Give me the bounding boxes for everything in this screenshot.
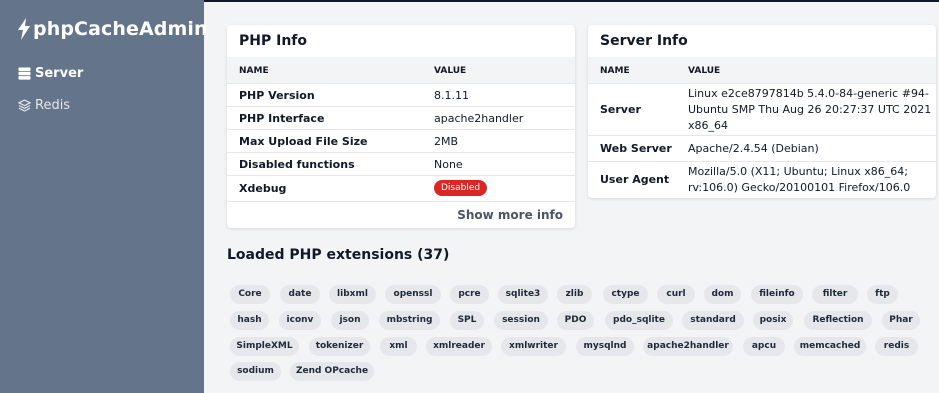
sidebar-item-label: Redis <box>35 98 71 113</box>
table-row: Web Server Apache/2.4.54 (Debian) <box>588 135 936 161</box>
table-row: PHP Version 8.1.11 <box>227 83 575 106</box>
row-name: PHP Interface <box>239 112 325 125</box>
extension-pill: json <box>331 311 369 330</box>
row-name: PHP Version <box>239 89 315 102</box>
row-name: Web Server <box>600 142 672 155</box>
extension-pill: Reflection <box>804 311 872 330</box>
extension-pill: posix <box>753 311 793 330</box>
extension-pill: standard <box>682 311 744 330</box>
status-badge: Disabled <box>434 180 488 196</box>
row-value: Apache/2.4.54 (Debian) <box>688 142 819 155</box>
extension-pill: pcre <box>450 285 489 304</box>
extension-pill: dom <box>704 285 741 304</box>
extension-pill: filter <box>812 285 858 304</box>
row-value: 8.1.11 <box>434 89 469 102</box>
value-line: Mozilla/5.0 (X11; Ubuntu; Linux x86_64; <box>688 165 908 178</box>
server-icon <box>18 67 31 80</box>
sidebar-item-redis[interactable]: Redis <box>18 98 70 113</box>
table-row: Xdebug Disabled <box>227 175 575 201</box>
extension-pill: sodium <box>230 362 281 381</box>
table-row: PHP Interface apache2handler <box>227 106 575 129</box>
extension-pill: ftp <box>867 285 898 304</box>
extension-pill: redis <box>875 337 918 356</box>
row-value: 2MB <box>434 135 459 148</box>
column-header-value: VALUE <box>688 66 721 76</box>
extension-pill: Core <box>230 285 270 304</box>
extension-pill: apache2handler <box>643 337 733 356</box>
app-logo[interactable]: phpCacheAdmin <box>17 18 208 40</box>
extension-pill: xmlwriter <box>501 337 566 356</box>
extension-pill: PDO <box>557 311 594 330</box>
extension-pill: hash <box>230 311 269 330</box>
row-name: Server <box>600 103 641 116</box>
extension-pill: iconv <box>279 311 321 330</box>
row-value: apache2handler <box>434 112 524 125</box>
table-row: Max Upload File Size 2MB <box>227 129 575 152</box>
extension-pill: tokenizer <box>309 337 370 356</box>
layers-icon <box>18 99 31 112</box>
row-name: Disabled functions <box>239 158 355 171</box>
extension-pill: zlib <box>557 285 592 304</box>
value-line: rv:106.0) Gecko/20100101 Firefox/106.0 <box>688 181 911 194</box>
value-line: x86_64 <box>688 119 729 132</box>
extension-pill: pdo_sqlite <box>605 311 673 330</box>
value-line: Ubuntu SMP Thu Aug 26 20:27:37 UTC 2021 <box>688 103 932 116</box>
extension-pill: mbstring <box>379 311 440 330</box>
table-row: Disabled functions None <box>227 152 575 175</box>
table-header: NAME VALUE <box>588 57 936 83</box>
extension-pill: Phar <box>882 311 920 330</box>
extension-pill: ctype <box>603 285 648 304</box>
extensions-title: Loaded PHP extensions (37) <box>227 247 450 263</box>
extension-pill: curl <box>657 285 695 304</box>
extension-pill: sqlite3 <box>498 285 548 304</box>
sidebar: phpCacheAdmin Server Redis <box>0 0 208 393</box>
extension-pill: mysqlnd <box>576 337 634 356</box>
row-name: Xdebug <box>239 182 287 195</box>
extension-pill: openssl <box>385 285 441 304</box>
show-more-link[interactable]: Show more info <box>457 208 563 222</box>
row-value: None <box>434 158 463 171</box>
card-title: Server Info <box>600 33 688 49</box>
row-name: Max Upload File Size <box>239 135 368 148</box>
card-title: PHP Info <box>239 33 307 49</box>
extension-pill: memcached <box>794 337 866 356</box>
extension-pill: session <box>494 311 548 330</box>
row-value: Mozilla/5.0 (X11; Ubuntu; Linux x86_64; … <box>688 164 910 196</box>
column-header-name: NAME <box>600 66 630 76</box>
extension-pill: fileinfo <box>751 285 803 304</box>
table-row: User Agent Mozilla/5.0 (X11; Ubuntu; Lin… <box>588 161 936 198</box>
sidebar-item-server[interactable]: Server <box>18 66 83 81</box>
extension-pill: SimpleXML <box>230 337 299 356</box>
extension-pill: xmlreader <box>426 337 492 356</box>
row-value: Linux e2ce8797814b 5.4.0-84-generic #94-… <box>688 86 931 134</box>
sidebar-item-label: Server <box>35 66 84 81</box>
php-info-card: PHP Info NAME VALUE PHP Version 8.1.11 P… <box>227 25 575 228</box>
value-line: Linux e2ce8797814b 5.4.0-84-generic #94- <box>688 87 929 100</box>
extension-pill: date <box>280 285 320 304</box>
divider <box>227 201 575 202</box>
app-title: phpCacheAdmin <box>33 18 208 40</box>
column-header-name: NAME <box>239 66 269 76</box>
extension-pill: Zend OPcache <box>290 362 374 381</box>
column-header-value: VALUE <box>434 66 467 76</box>
table-header: NAME VALUE <box>227 57 575 83</box>
top-border <box>204 0 939 2</box>
extension-pill: xml <box>380 337 417 356</box>
extension-pill: apcu <box>743 337 785 356</box>
server-info-card: Server Info NAME VALUE Server Linux e2ce… <box>588 25 936 198</box>
row-name: User Agent <box>600 173 670 186</box>
extension-pill: SPL <box>450 311 484 330</box>
table-row: Server Linux e2ce8797814b 5.4.0-84-gener… <box>588 83 936 135</box>
extension-pill: libxml <box>329 285 376 304</box>
bolt-icon <box>18 18 30 40</box>
